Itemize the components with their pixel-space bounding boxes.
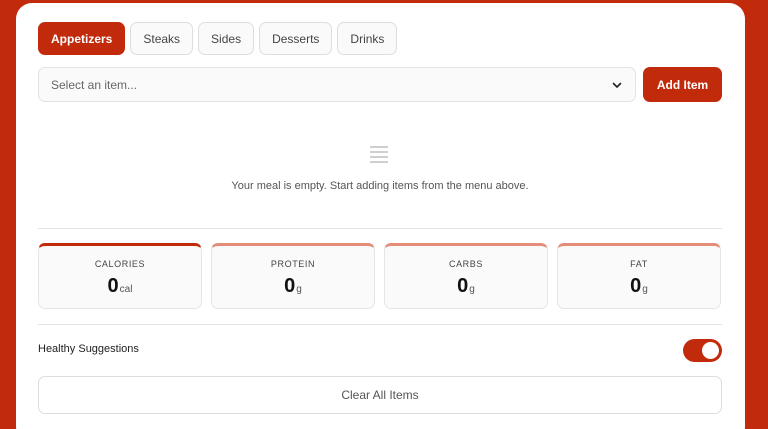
- stat-carbs: CARBS 0g: [384, 243, 548, 309]
- stat-fat: FAT 0g: [557, 243, 721, 309]
- healthy-suggestions-label: Healthy Suggestions: [38, 343, 139, 355]
- stat-label: PROTEIN: [270, 259, 316, 269]
- tab-drinks[interactable]: Drinks: [337, 22, 398, 55]
- tab-appetizers[interactable]: Appetizers: [38, 22, 126, 55]
- stat-label: FAT: [630, 259, 648, 269]
- tab-desserts[interactable]: Desserts: [259, 22, 333, 55]
- stat-value: 0g: [457, 275, 475, 297]
- clear-all-button[interactable]: Clear All Items: [38, 376, 722, 414]
- stat-value: 0g: [284, 275, 302, 297]
- category-tabs: Appetizers Steaks Sides Desserts Drinks: [38, 22, 398, 55]
- stat-value: 0cal: [107, 275, 133, 297]
- nutrition-summary: CALORIES 0cal PROTEIN 0g CARBS 0g FAT 0g: [38, 243, 721, 309]
- tab-steaks[interactable]: Steaks: [130, 22, 194, 55]
- divider-bottom: [38, 324, 722, 325]
- item-select-placeholder: Select an item...: [51, 77, 138, 92]
- tab-sides[interactable]: Sides: [198, 22, 255, 55]
- meal-builder-card: Appetizers Steaks Sides Desserts Drinks …: [16, 3, 745, 429]
- chevron-down-icon: [612, 82, 622, 88]
- stat-protein: PROTEIN 0g: [211, 243, 375, 309]
- stat-value: 0g: [630, 275, 648, 297]
- healthy-suggestions-toggle[interactable]: [683, 339, 722, 362]
- list-icon: [370, 146, 388, 163]
- stat-label: CARBS: [448, 259, 483, 269]
- stat-label: CALORIES: [94, 259, 146, 269]
- stat-calories: CALORIES 0cal: [38, 243, 202, 309]
- divider-top: [38, 228, 722, 229]
- item-select[interactable]: Select an item...: [38, 67, 636, 102]
- add-item-button[interactable]: Add Item: [643, 67, 722, 102]
- toggle-knob: [702, 342, 719, 359]
- empty-meal-message: Your meal is empty. Start adding items f…: [231, 180, 529, 192]
